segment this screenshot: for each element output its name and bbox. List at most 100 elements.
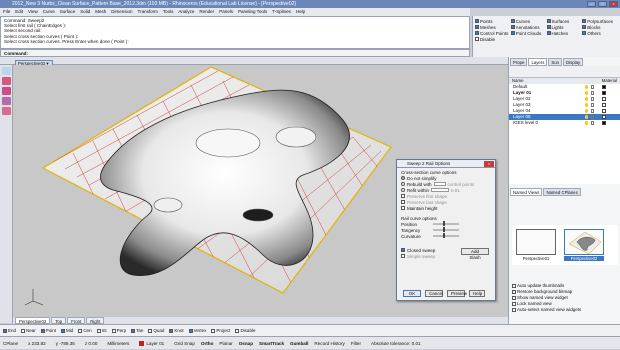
checkbox-icon[interactable] [188,328,193,333]
status-toggle[interactable]: Planar [219,337,232,349]
layer-color-swatch[interactable] [602,115,606,119]
checkbox-icon[interactable] [235,328,240,333]
lightbulb-icon[interactable] [585,91,588,95]
checkbox-icon[interactable] [512,296,516,300]
checkbox-icon[interactable] [3,328,7,333]
status-units[interactable]: Millimeters [107,337,129,349]
help-button[interactable]: Help [469,290,485,297]
lightbulb-icon[interactable] [585,115,588,119]
layer-row[interactable]: IGES level 0 [509,120,620,126]
lock-icon[interactable] [591,109,594,113]
named-view-thumbnail[interactable] [564,229,604,255]
status-toggle[interactable]: Filter [351,337,361,349]
filter-checkbox[interactable]: Others [582,30,618,36]
osnap-perp[interactable]: Perp [111,325,126,336]
named-view-option[interactable]: Auto-select named view widgets [512,307,581,313]
menu-item[interactable]: File [3,8,10,16]
checkbox-icon[interactable] [61,328,66,333]
status-toggle[interactable]: SmartTrack [259,337,284,349]
osnap-disable[interactable]: Disable [235,325,255,336]
menu-item[interactable]: Paneling Tools [238,8,267,16]
add-slash-button[interactable]: Add Slash [461,248,489,260]
status-toggle[interactable]: Osnap [239,337,253,349]
preview-button[interactable]: Preview [447,290,467,297]
checkbox-icon[interactable] [546,25,551,29]
status-toggle[interactable]: Grid Snap [174,337,195,349]
close-icon[interactable]: × [609,1,618,7]
menu-item[interactable]: Analyze [178,8,194,16]
named-views-tab[interactable]: Named CPlanes [543,188,581,196]
checkbox-icon[interactable] [512,284,516,288]
osnap-end[interactable]: End [3,325,16,336]
menu-item[interactable]: Transform [138,8,158,16]
lock-icon[interactable] [591,97,594,101]
dialog-close-icon[interactable]: × [484,161,494,167]
curvature-slider[interactable] [433,233,459,238]
menu-item[interactable]: Render [199,8,214,16]
osnap-int[interactable]: Int [96,325,107,336]
osnap-mid[interactable]: Mid [61,325,73,336]
panel-tab[interactable]: Prope [510,58,528,66]
lightbulb-icon[interactable] [585,85,588,89]
menu-item[interactable]: Mesh [95,8,106,16]
minimize-icon[interactable]: – [587,1,596,7]
lightbulb-icon[interactable] [585,103,588,107]
checkbox-icon[interactable] [512,302,516,306]
checkbox-icon[interactable] [546,19,551,23]
ok-button[interactable]: OK [403,290,421,297]
checkbox-icon[interactable] [512,290,516,294]
menu-item[interactable]: Solid [80,8,90,16]
lock-icon[interactable] [591,121,594,125]
status-layer[interactable]: Layer 01 [139,337,164,349]
checkbox-icon[interactable] [148,328,153,333]
menu-item[interactable]: Edit [15,8,23,16]
osnap-tan[interactable]: Tan [131,325,143,336]
viewport-tab[interactable]: Perspective02 [15,317,51,324]
menu-item[interactable]: Tools [163,8,174,16]
status-toggle[interactable]: Gumball [290,337,308,349]
menu-item[interactable]: Help [296,8,305,16]
checkbox-icon[interactable] [96,328,101,333]
panel-tab[interactable]: Display [563,58,584,66]
checkbox-icon[interactable] [78,328,83,333]
lock-icon[interactable] [591,103,594,107]
checkbox-icon[interactable] [510,31,515,35]
lock-icon[interactable] [591,91,594,95]
lightbulb-icon[interactable] [585,109,588,113]
checkbox-icon[interactable] [475,25,479,29]
checkbox-icon[interactable] [582,19,587,23]
curve-tool-icon[interactable] [1,87,11,95]
radio-icon[interactable] [401,176,405,180]
tangency-slider[interactable] [433,227,459,232]
position-slider[interactable] [433,221,459,226]
filter-checkbox[interactable]: Disable [475,36,511,42]
dialog-title-bar[interactable]: Sweep 2 Rail Options × [397,160,495,168]
rail-curvature-row[interactable]: Curvature [401,233,491,239]
checkbox-icon[interactable] [475,19,479,23]
layer-color-swatch[interactable] [602,97,606,101]
menu-item[interactable]: T-Splines [272,8,291,16]
checkbox-icon[interactable] [582,31,587,35]
maximize-icon[interactable]: □ [598,1,607,7]
layer-color-swatch[interactable] [602,109,606,113]
menu-item[interactable]: Panels [219,8,233,16]
layer-color-swatch[interactable] [602,85,606,89]
viewport-tab[interactable]: Right [86,317,105,324]
menu-item[interactable]: Curve [43,8,55,16]
menu-item[interactable]: View [28,8,38,16]
checkbox-icon[interactable] [169,328,174,333]
layer-color-swatch[interactable] [602,121,606,125]
radio-icon[interactable] [401,182,405,186]
osnap-point[interactable]: Point [40,325,56,336]
cancel-button[interactable]: Cancel [425,290,443,297]
checkbox-icon[interactable] [546,31,551,35]
layer-color-swatch[interactable] [602,103,606,107]
menu-item[interactable]: Surface [60,8,76,16]
lock-icon[interactable] [591,115,594,119]
radio-icon[interactable] [401,188,405,192]
checkbox-icon[interactable] [510,25,515,29]
osnap-knot[interactable]: Knot [169,325,184,336]
solid-tool-icon[interactable] [1,107,11,115]
filter-checkbox[interactable]: Hatches [546,30,583,36]
menu-item[interactable]: Dimension [111,8,132,16]
